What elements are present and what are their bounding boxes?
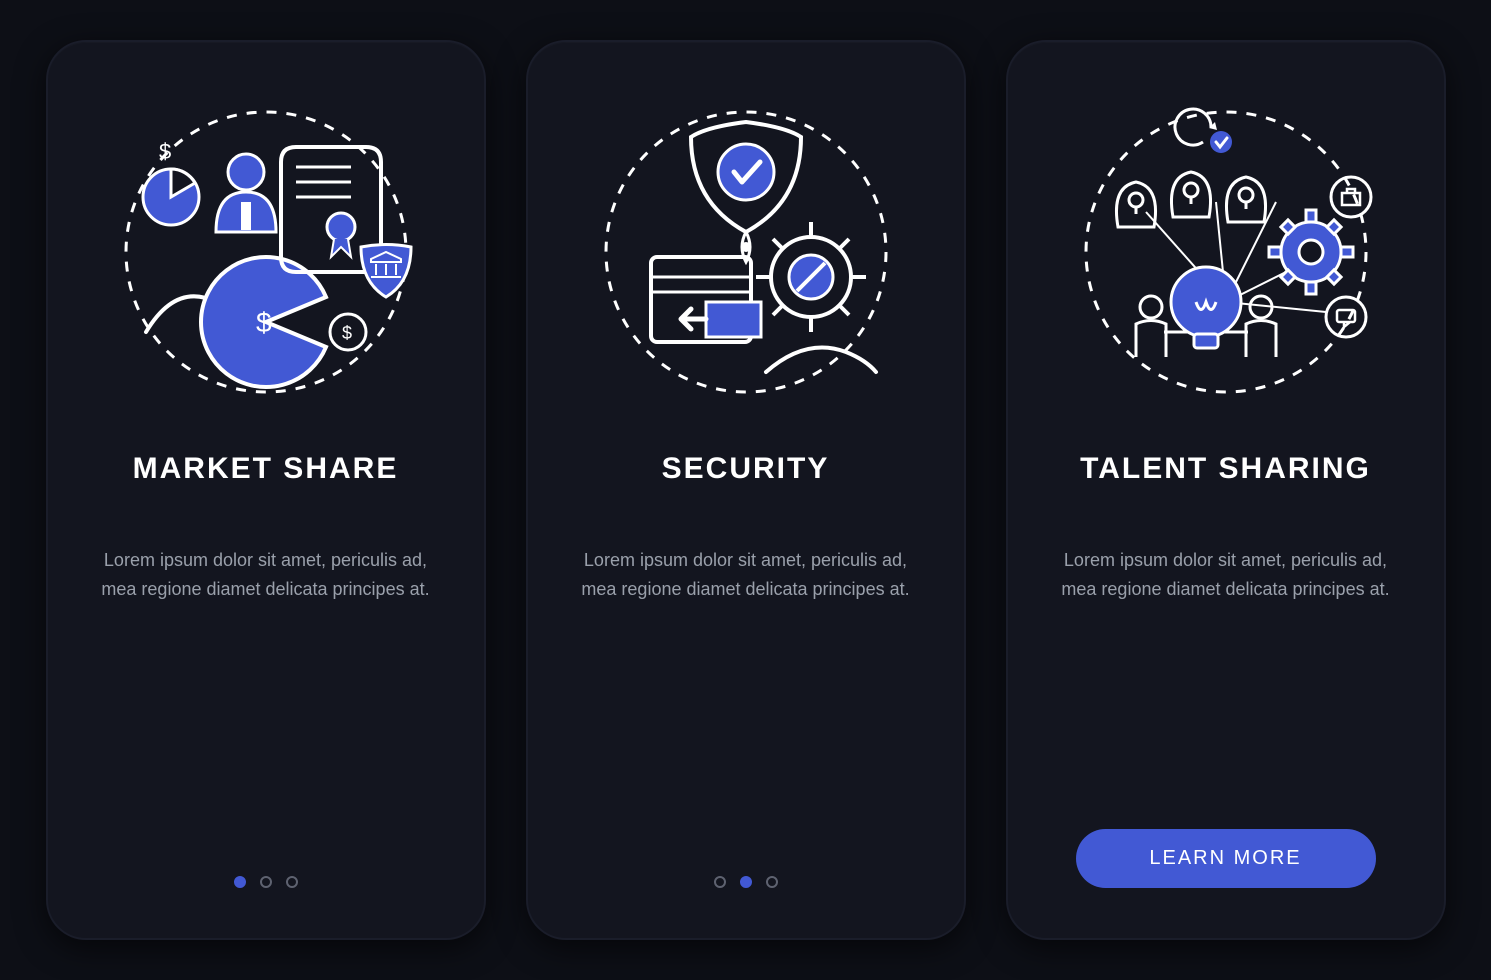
learn-more-button[interactable]: LEARN MORE	[1076, 829, 1376, 888]
card-title: TALENT SHARING	[1080, 452, 1371, 486]
pagination-dots	[234, 876, 298, 888]
card-description: Lorem ipsum dolor sit amet, periculis ad…	[1056, 546, 1396, 604]
pagination-dot[interactable]	[740, 876, 752, 888]
card-title: MARKET SHARE	[133, 452, 399, 486]
pagination-dot[interactable]	[714, 876, 726, 888]
security-icon	[596, 102, 896, 402]
pagination-dot[interactable]	[766, 876, 778, 888]
pagination-dot[interactable]	[286, 876, 298, 888]
pagination-dot[interactable]	[260, 876, 272, 888]
svg-text:$: $	[342, 323, 352, 343]
onboarding-card-security: SECURITY Lorem ipsum dolor sit amet, per…	[526, 40, 966, 940]
onboarding-card-market-share: $ $ $	[46, 40, 486, 940]
onboarding-card-talent-sharing: TALENT SHARING Lorem ipsum dolor sit ame…	[1006, 40, 1446, 940]
talent-sharing-icon	[1076, 102, 1376, 402]
market-share-icon: $ $ $	[116, 102, 416, 402]
pagination-dot[interactable]	[234, 876, 246, 888]
card-title: SECURITY	[662, 452, 830, 486]
svg-text:$: $	[159, 139, 171, 164]
card-description: Lorem ipsum dolor sit amet, periculis ad…	[96, 546, 436, 604]
card-description: Lorem ipsum dolor sit amet, periculis ad…	[576, 546, 916, 604]
svg-text:$: $	[256, 307, 272, 338]
pagination-dots	[714, 876, 778, 888]
